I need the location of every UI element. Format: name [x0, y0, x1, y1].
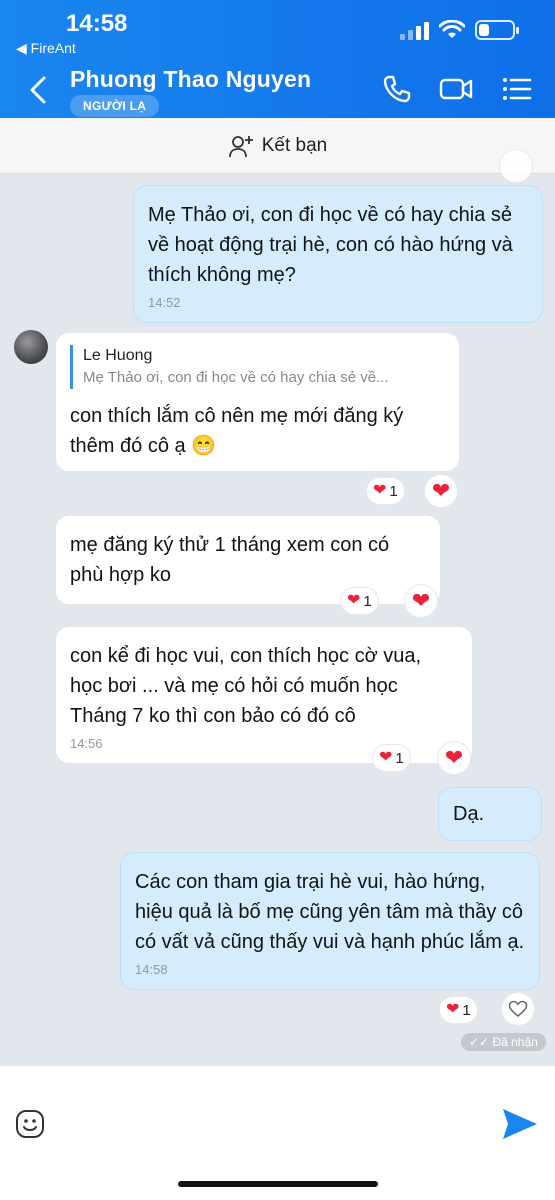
back-arrow-icon[interactable] — [22, 72, 54, 108]
message-bubble-incoming[interactable]: Le Huong Mẹ Thảo ơi, con đi học về có ha… — [55, 332, 460, 472]
phone-call-icon[interactable] — [380, 72, 414, 106]
message-time: 14:52 — [148, 295, 181, 310]
heart-icon: ❤ — [347, 592, 361, 609]
reaction-button[interactable]: ❤ — [438, 742, 470, 774]
menu-list-icon[interactable] — [500, 72, 534, 106]
message-text: con thích lắm cô nên mẹ mới đăng ký thêm… — [70, 405, 404, 457]
heart-outline-icon — [508, 1000, 528, 1017]
add-user-icon — [228, 135, 253, 157]
reaction-count[interactable]: ❤ 1 — [373, 745, 410, 771]
message-text: mẹ đăng ký thử 1 tháng xem con có phù hợ… — [70, 534, 390, 586]
reaction-button[interactable]: ❤ — [425, 475, 457, 507]
heart-icon: ❤ — [373, 482, 387, 499]
avatar[interactable] — [14, 330, 48, 364]
message-time: 14:58 — [135, 962, 168, 977]
home-indicator — [178, 1181, 378, 1187]
reaction-button[interactable] — [500, 150, 532, 182]
message-bubble-incoming[interactable]: con kể đi học vui, con thích học cờ vua,… — [55, 626, 473, 764]
chat-header: 14:58 ◀ FireAnt Phuong Thao Nguyen NGƯỜI… — [0, 0, 555, 118]
status-time: 14:58 — [66, 10, 128, 37]
message-text: con kể đi học vui, con thích học cờ vua,… — [70, 645, 422, 727]
delivery-status-badge: ✓✓ Đã nhận — [461, 1033, 546, 1051]
quote-text: Mẹ Thảo ơi, con đi học về có hay chia sẻ… — [83, 369, 389, 386]
battery-icon — [475, 20, 519, 40]
message-bubble-outgoing[interactable]: Các con tham gia trại hè vui, hào hứng, … — [120, 852, 540, 990]
message-input[interactable] — [62, 1106, 482, 1142]
reaction-count-value: 1 — [363, 592, 372, 610]
heart-icon: ❤ — [444, 745, 464, 770]
battery-level — [479, 24, 489, 36]
wifi-icon — [439, 20, 465, 38]
double-check-icon: ✓✓ — [469, 1035, 490, 1049]
add-friend-button[interactable]: Kết bạn — [0, 118, 555, 174]
message-text: Dạ. — [453, 803, 485, 825]
heart-icon: ❤ — [446, 1001, 460, 1018]
send-icon[interactable] — [500, 1106, 540, 1142]
reaction-count-value: 1 — [389, 482, 398, 500]
message-text: Các con tham gia trại hè vui, hào hứng, … — [135, 871, 525, 953]
message-text: Mẹ Thảo ơi, con đi học về có hay chia sẻ… — [148, 204, 513, 286]
contact-name[interactable]: Phuong Thao Nguyen — [70, 66, 311, 93]
add-friend-label: Kết bạn — [261, 134, 328, 156]
message-bubble-incoming[interactable]: mẹ đăng ký thử 1 tháng xem con có phù hợ… — [55, 515, 441, 605]
reaction-count[interactable]: ❤ 1 — [440, 997, 477, 1023]
message-bubble-outgoing[interactable]: Mẹ Thảo ơi, con đi học về có hay chia sẻ… — [133, 185, 543, 323]
heart-icon: ❤ — [411, 588, 431, 613]
delivery-status-text: Đã nhận — [492, 1035, 538, 1049]
cellular-signal-icon — [400, 20, 429, 40]
back-to-app-link[interactable]: ◀ FireAnt — [16, 40, 76, 57]
reaction-button[interactable] — [502, 993, 534, 1025]
quoted-message[interactable]: Le Huong Mẹ Thảo ơi, con đi học về có ha… — [70, 345, 445, 389]
reaction-count-value: 1 — [462, 1001, 471, 1019]
reaction-count[interactable]: ❤ 1 — [341, 588, 378, 614]
message-bubble-outgoing[interactable]: Dạ. — [438, 787, 542, 841]
stranger-badge: NGƯỜI LẠ — [70, 95, 160, 117]
reaction-button[interactable]: ❤ — [405, 585, 437, 617]
reaction-count[interactable]: ❤ 1 — [367, 478, 404, 504]
heart-icon: ❤ — [431, 478, 451, 503]
reaction-count-value: 1 — [395, 749, 404, 767]
video-call-icon[interactable] — [438, 72, 474, 106]
quote-author: Le Huong — [83, 347, 153, 364]
status-indicators — [400, 20, 519, 40]
message-input-bar — [0, 1066, 555, 1200]
heart-icon: ❤ — [379, 749, 393, 766]
sticker-emoji-icon[interactable] — [14, 1108, 46, 1140]
